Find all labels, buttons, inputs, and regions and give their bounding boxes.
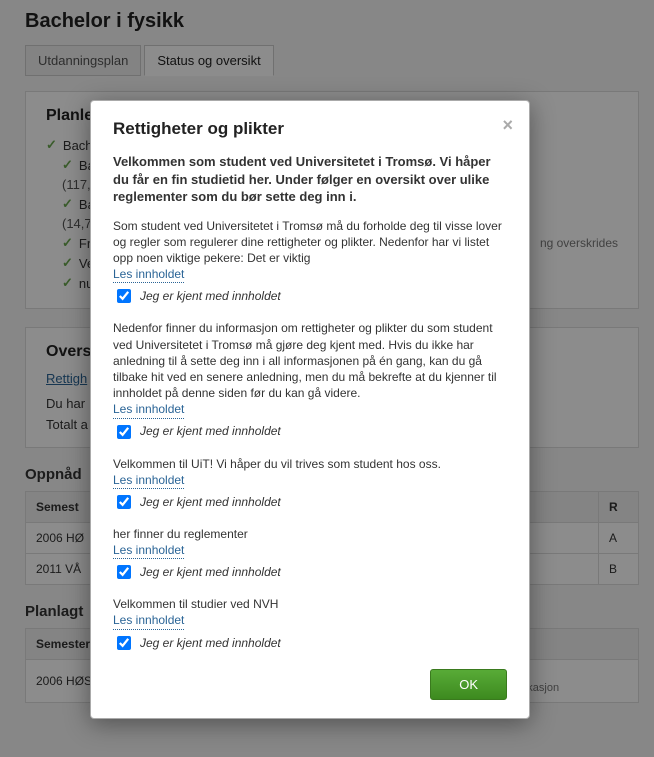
rettigheter-modal: × Rettigheter og plikter Velkommen som s… bbox=[90, 100, 530, 719]
modal-section-text: Som student ved Universitetet i Tromsø m… bbox=[113, 218, 507, 267]
read-link[interactable]: Les innholdet bbox=[113, 612, 184, 629]
ack-label: Jeg er kjent med innholdet bbox=[140, 423, 281, 439]
ack-checkbox[interactable] bbox=[117, 289, 131, 303]
ack-checkbox[interactable] bbox=[117, 425, 131, 439]
ok-button[interactable]: OK bbox=[430, 669, 507, 700]
close-icon[interactable]: × bbox=[502, 115, 513, 136]
modal-section-text: Velkommen til studier ved NVH bbox=[113, 596, 507, 612]
ack-label: Jeg er kjent med innholdet bbox=[140, 494, 281, 510]
modal-section-text: Nedenfor finner du informasjon om rettig… bbox=[113, 320, 507, 401]
modal-section: Velkommen til studier ved NVH Les innhol… bbox=[113, 596, 507, 652]
modal-section: Som student ved Universitetet i Tromsø m… bbox=[113, 218, 507, 307]
ack-label: Jeg er kjent med innholdet bbox=[140, 288, 281, 304]
modal-section-text: Velkommen til UiT! Vi håper du vil trive… bbox=[113, 456, 507, 472]
ack-label: Jeg er kjent med innholdet bbox=[140, 564, 281, 580]
ack-checkbox[interactable] bbox=[117, 495, 131, 509]
modal-section: her finner du reglementer Les innholdet … bbox=[113, 526, 507, 582]
modal-section: Nedenfor finner du informasjon om rettig… bbox=[113, 320, 507, 441]
modal-section-text: her finner du reglementer bbox=[113, 526, 507, 542]
ack-label: Jeg er kjent med innholdet bbox=[140, 635, 281, 651]
modal-intro: Velkommen som student ved Universitetet … bbox=[113, 153, 507, 206]
ack-checkbox[interactable] bbox=[117, 565, 131, 579]
modal-section: Velkommen til UiT! Vi håper du vil trive… bbox=[113, 456, 507, 512]
ack-checkbox[interactable] bbox=[117, 636, 131, 650]
read-link[interactable]: Les innholdet bbox=[113, 401, 184, 418]
read-link[interactable]: Les innholdet bbox=[113, 542, 184, 559]
modal-title: Rettigheter og plikter bbox=[113, 119, 507, 139]
read-link[interactable]: Les innholdet bbox=[113, 472, 184, 489]
read-link[interactable]: Les innholdet bbox=[113, 266, 184, 283]
